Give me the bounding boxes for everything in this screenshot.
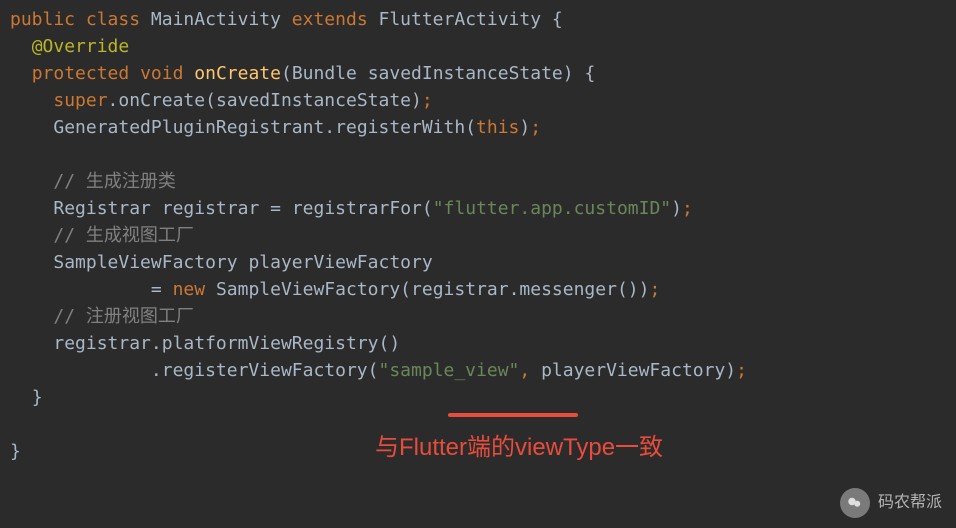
method-call: registerWith — [335, 117, 465, 138]
kw-public: public — [10, 9, 75, 30]
kw-super: super — [53, 90, 107, 111]
obj-ref: registrar — [53, 333, 151, 354]
kw-class: class — [86, 9, 140, 30]
code-line-1: public class MainActivity extends Flutte… — [10, 6, 956, 33]
annotation-label: 与Flutter端的viewType一致 — [375, 430, 663, 466]
string-literal-highlighted: "sample_view" — [378, 360, 519, 381]
code-line-5: GeneratedPluginRegistrant.registerWith(t… — [10, 114, 956, 141]
method-call: messenger — [519, 279, 617, 300]
method-oncreate: onCreate — [194, 63, 281, 84]
method-call: registrarFor — [292, 198, 422, 219]
string-literal: "flutter.app.customID" — [433, 198, 671, 219]
class-name: MainActivity — [151, 9, 281, 30]
wechat-icon — [846, 494, 864, 512]
code-line-14: .registerViewFactory("sample_view", play… — [10, 357, 956, 384]
method-call: platformViewRegistry — [162, 333, 379, 354]
arg: savedInstanceState — [216, 90, 411, 111]
code-line-4: super.onCreate(savedInstanceState); — [10, 87, 956, 114]
watermark: 码农帮派 — [840, 488, 942, 518]
code-editor[interactable]: public class MainActivity extends Flutte… — [10, 6, 956, 465]
brace-open: { — [552, 9, 563, 30]
param-type: Bundle — [292, 63, 357, 84]
comment: // 生成注册类 — [53, 171, 176, 192]
type: SampleViewFactory — [53, 252, 237, 273]
watermark-text: 码农帮派 — [878, 491, 942, 515]
paren: ( — [281, 63, 292, 84]
obj-ref: registrar — [411, 279, 509, 300]
code-line-10: SampleViewFactory playerViewFactory — [10, 249, 956, 276]
arg: playerViewFactory — [541, 360, 725, 381]
code-line-6 — [10, 141, 956, 168]
classname: GeneratedPluginRegistrant — [53, 117, 324, 138]
code-line-3: protected void onCreate(Bundle savedInst… — [10, 60, 956, 87]
watermark-icon — [840, 488, 870, 518]
code-line-12: // 注册视图工厂 — [10, 303, 956, 330]
comment: // 注册视图工厂 — [53, 306, 194, 327]
comment: // 生成视图工厂 — [53, 225, 194, 246]
superclass: FlutterActivity — [379, 9, 542, 30]
kw-extends: extends — [292, 9, 368, 30]
method-call: onCreate — [118, 90, 205, 111]
brace-close: } — [32, 387, 43, 408]
code-line-2: @Override — [10, 33, 956, 60]
underline-annotation — [448, 413, 578, 417]
brace-close: } — [10, 441, 21, 462]
code-line-9: // 生成视图工厂 — [10, 222, 956, 249]
ctor: SampleViewFactory — [216, 279, 400, 300]
code-line-7: // 生成注册类 — [10, 168, 956, 195]
paren: ) — [563, 63, 574, 84]
param-name: savedInstanceState — [368, 63, 563, 84]
var: registrar — [162, 198, 260, 219]
method-call: registerViewFactory — [162, 360, 368, 381]
code-line-15: } — [10, 384, 956, 411]
kw-protected: protected — [32, 63, 130, 84]
code-line-8: Registrar registrar = registrarFor("flut… — [10, 195, 956, 222]
kw-new: new — [173, 279, 206, 300]
kw-this: this — [476, 117, 519, 138]
var: playerViewFactory — [248, 252, 432, 273]
type: Registrar — [53, 198, 151, 219]
code-line-13: registrar.platformViewRegistry() — [10, 330, 956, 357]
kw-void: void — [140, 63, 183, 84]
code-line-11: = new SampleViewFactory(registrar.messen… — [10, 276, 956, 303]
brace-open: { — [584, 63, 595, 84]
annotation-override: @Override — [32, 36, 130, 57]
